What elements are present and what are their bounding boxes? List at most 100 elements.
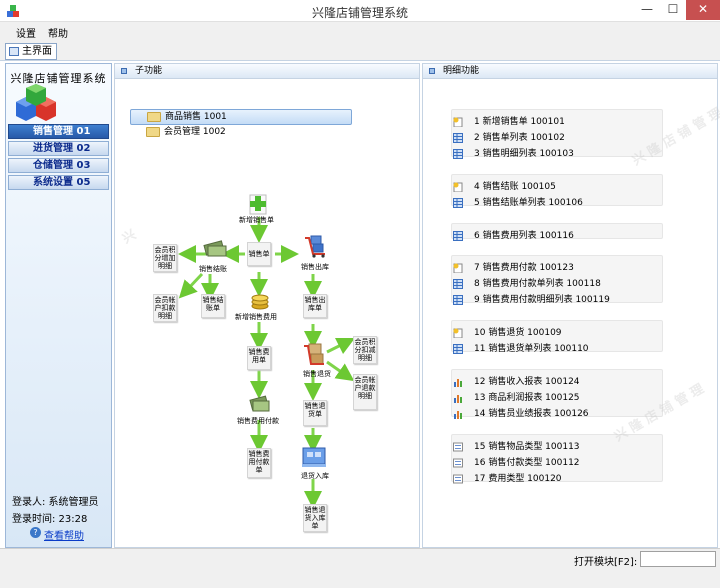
table-icon (453, 133, 463, 143)
tab-main[interactable]: 主界面 (5, 43, 57, 60)
flow-sale-return-label: 销售退货 (303, 370, 331, 378)
flow-return-order[interactable]: 销售退货单 (303, 400, 327, 426)
detail-item[interactable]: 8 销售费用付款单列表 100118 (453, 278, 601, 290)
flow-expense-order[interactable]: 销售费用单 (247, 346, 271, 370)
detail-item[interactable]: 10 销售退货 100109 (453, 327, 562, 339)
detail-item[interactable]: 13 商品利润报表 100125 (454, 392, 580, 404)
detail-item-label: 7 销售费用付款 100123 (474, 263, 574, 273)
detail-item-label: 3 销售明细列表 100103 (474, 149, 574, 159)
flow-return-inbound-label: 退货入库 (301, 472, 329, 480)
open-module-label: 打开模块[F2]: (574, 557, 638, 568)
detail-item[interactable]: 12 销售收入报表 100124 (454, 376, 580, 388)
status-bar: 打开模块[F2]: (0, 548, 720, 588)
detail-item-label: 17 费用类型 100120 (474, 474, 562, 484)
maximize-button[interactable]: ☐ (660, 0, 686, 20)
tab-strip: 主界面 (0, 41, 720, 61)
help-icon[interactable]: ? (30, 527, 41, 538)
nav-purchase-management[interactable]: 进货管理 02 (8, 141, 109, 156)
login-time: 登录时间: 23:28 (12, 514, 88, 525)
close-button[interactable]: ✕ (686, 0, 720, 20)
money-icon[interactable] (203, 239, 227, 259)
detail-item[interactable]: 16 销售付款类型 100112 (453, 457, 580, 469)
bar-chart-icon (454, 395, 462, 403)
table-icon (453, 279, 463, 289)
detail-function-header: 明细功能 (423, 64, 717, 79)
detail-item-label: 10 销售退货 100109 (474, 328, 562, 338)
flow-sale-outbound-label: 销售出库 (301, 263, 329, 271)
table-icon (453, 149, 463, 159)
flow-member-account-detail[interactable]: 会员帐户扣款明细 (153, 294, 177, 322)
warehouse-inbound-icon[interactable] (301, 446, 327, 468)
title-bar: 兴隆店铺管理系统 — ☐ ✕ (0, 0, 720, 22)
table-icon (453, 231, 463, 241)
detail-item-label: 8 销售费用付款单列表 100118 (474, 279, 601, 289)
table-icon (453, 198, 463, 208)
cubes-logo-icon (16, 84, 56, 121)
form-icon (453, 474, 463, 484)
sub-function-panel: 子功能 商品销售 1001 会员管理 1002 新增销售单 销售单 销售结账 销… (114, 63, 420, 548)
detail-item[interactable]: 7 销售费用付款 100123 (453, 262, 574, 274)
detail-item[interactable]: 15 销售物品类型 100113 (453, 441, 580, 453)
flow-checkout-order[interactable]: 销售结账单 (201, 294, 225, 318)
flow-expense-payment-label: 销售费用付款 (237, 417, 279, 425)
flow-sale-order[interactable]: 销售单 (247, 242, 271, 266)
detail-item-label: 15 销售物品类型 100113 (474, 442, 580, 452)
detail-item-label: 14 销售员业绩报表 100126 (474, 409, 589, 419)
detail-item-label: 1 新增销售单 100101 (474, 117, 565, 127)
detail-item[interactable]: 4 销售结账 100105 (453, 181, 556, 193)
add-document-icon[interactable] (247, 193, 271, 215)
panel-icon (429, 68, 435, 74)
detail-item[interactable]: 17 费用类型 100120 (453, 473, 562, 485)
detail-item-label: 13 商品利润报表 100125 (474, 393, 580, 403)
flow-new-sale-expense-label: 新增销售费用 (235, 313, 277, 321)
detail-function-title: 明细功能 (443, 66, 480, 76)
bar-chart-icon (454, 411, 462, 419)
window-title: 兴隆店铺管理系统 (311, 6, 408, 20)
money-icon[interactable] (249, 394, 271, 414)
flow-member-account-refund[interactable]: 会员帐户退款明细 (353, 374, 377, 410)
detail-item-label: 12 销售收入报表 100124 (474, 377, 580, 387)
sidebar: 兴隆店铺管理系统 销售管理 01 进货管理 02 仓储管理 03 系统设置 05… (5, 63, 112, 548)
detail-item[interactable]: 2 销售单列表 100102 (453, 132, 565, 144)
detail-item[interactable]: 5 销售结账单列表 100106 (453, 197, 583, 209)
detail-item-label: 6 销售费用列表 100116 (474, 231, 574, 241)
tab-main-label: 主界面 (22, 46, 52, 57)
detail-item[interactable]: 1 新增销售单 100101 (453, 116, 565, 128)
flow-outbound-order[interactable]: 销售出库单 (303, 294, 327, 318)
flow-sale-checkout-label: 销售结账 (199, 265, 227, 273)
login-user: 登录人: 系统管理员 (12, 497, 99, 508)
minimize-button[interactable]: — (634, 0, 660, 20)
nav-warehouse-management[interactable]: 仓储管理 03 (8, 158, 109, 173)
open-module-input[interactable] (640, 551, 716, 567)
detail-item-label: 5 销售结账单列表 100106 (474, 198, 583, 208)
detail-item[interactable]: 6 销售费用列表 100116 (453, 230, 574, 242)
bar-chart-icon (454, 379, 462, 387)
help-link[interactable]: 查看帮助 (44, 527, 84, 542)
detail-item-label: 2 销售单列表 100102 (474, 133, 565, 143)
cart-icon[interactable] (303, 234, 329, 258)
menu-help[interactable]: 帮助 (48, 25, 68, 40)
new-doc-icon (453, 328, 463, 338)
flow-member-points-add[interactable]: 会员积分增加明细 (153, 244, 177, 272)
flow-expense-payment-order[interactable]: 销售费用付款单 (247, 448, 271, 478)
detail-item-label: 11 销售退货单列表 100110 (474, 344, 589, 354)
new-doc-icon (453, 263, 463, 273)
detail-item-label: 9 销售费用付款明细列表 100119 (474, 295, 610, 305)
coins-icon[interactable] (249, 290, 271, 310)
flow-return-inbound-order[interactable]: 销售退货入库单 (303, 504, 327, 532)
table-icon (453, 295, 463, 305)
detail-item[interactable]: 11 销售退货单列表 100110 (453, 343, 589, 355)
detail-item[interactable]: 9 销售费用付款明细列表 100119 (453, 294, 610, 306)
return-boxes-icon[interactable] (301, 342, 327, 368)
detail-item-label: 4 销售结账 100105 (474, 182, 556, 192)
table-icon (453, 344, 463, 354)
detail-item[interactable]: 14 销售员业绩报表 100126 (454, 408, 589, 420)
flow-new-sale-order-label: 新增销售单 (239, 216, 274, 224)
form-icon (453, 442, 463, 452)
nav-system-settings[interactable]: 系统设置 05 (8, 175, 109, 190)
detail-item[interactable]: 3 销售明细列表 100103 (453, 148, 574, 160)
nav-sales-management[interactable]: 销售管理 01 (8, 124, 109, 139)
flow-member-points-deduct[interactable]: 会员积分扣减明细 (353, 336, 377, 364)
menu-settings[interactable]: 设置 (16, 25, 36, 40)
window-icon (9, 47, 19, 56)
